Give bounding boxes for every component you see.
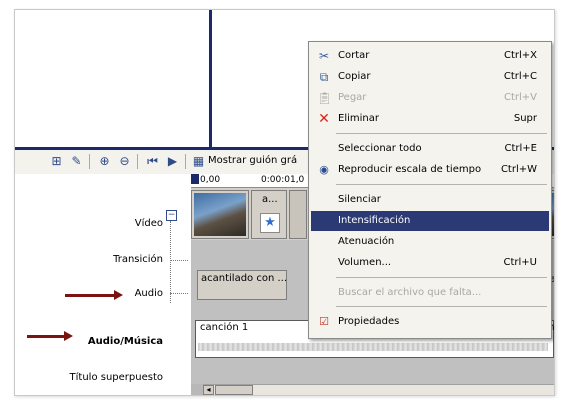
tree-connector: [170, 260, 188, 261]
menu-item-shortcut: Ctrl+U: [503, 257, 538, 268]
properties-icon: ☑: [319, 315, 329, 328]
menu-item-label: Cortar: [338, 50, 370, 61]
track-labels-panel: Vídeo Transición Audio Audio/Música Títu…: [15, 174, 191, 395]
ruler-tick-label: 0,00: [200, 175, 221, 185]
menu-item-seleccionar-todo[interactable]: Seleccionar todo Ctrl+E: [311, 139, 549, 159]
music-track-label: Audio/Música: [87, 336, 163, 347]
title-overlay-track-label: Título superpuesto: [69, 372, 163, 383]
menu-item-label: Copiar: [338, 71, 371, 82]
tree-connector: [170, 293, 188, 294]
scroll-thumb[interactable]: [215, 385, 253, 395]
vertical-divider[interactable]: [209, 10, 212, 150]
timeline-scrollbar[interactable]: ◂: [203, 384, 554, 395]
menu-separator: [336, 184, 547, 185]
menu-item-label: Reproducir escala de tiempo: [338, 164, 482, 175]
copy-icon: ⧉: [319, 70, 329, 84]
rewind-icon[interactable]: ⏮: [145, 154, 160, 169]
menu-item-buscar-archivo[interactable]: Buscar el archivo que falta...: [311, 283, 549, 303]
menu-item-pegar[interactable]: 📋︎ Pegar Ctrl+V: [311, 88, 549, 108]
menu-item-volumen[interactable]: Volumen... Ctrl+U: [311, 253, 549, 273]
star-effect-icon: ★: [260, 213, 280, 233]
menu-item-shortcut: Ctrl+E: [504, 143, 538, 154]
menu-item-label: Seleccionar todo: [338, 143, 422, 154]
menu-item-shortcut: Ctrl+W: [500, 164, 537, 175]
audio-waveform: [198, 343, 548, 351]
play-timeline-icon[interactable]: ▶: [165, 154, 180, 169]
annotation-arrow-music: [27, 331, 73, 341]
annotation-arrow-audio: [65, 290, 123, 300]
menu-item-label: Buscar el archivo que falta...: [338, 287, 482, 298]
menu-item-intensificacion[interactable]: Intensificación: [311, 211, 549, 231]
playhead[interactable]: [191, 174, 199, 184]
set-audio-levels-icon[interactable]: ⊞: [49, 154, 64, 169]
menu-separator: [336, 133, 547, 134]
menu-item-silenciar[interactable]: Silenciar: [311, 190, 549, 210]
transition-track-label: Transición: [113, 254, 163, 265]
video-clip-thumbnail: [194, 193, 246, 236]
title-overlay-track: [191, 364, 554, 384]
menu-item-shortcut: Ctrl+C: [503, 71, 537, 82]
movie-maker-window: ⊞ ✎ ⊕ ⊖ ⏮ ▶ ▦ Mostrar guión grá Vídeo Tr…: [14, 9, 555, 396]
menu-item-eliminar[interactable]: ✕ Eliminar Supr: [311, 109, 549, 129]
menu-item-label: Propiedades: [338, 316, 400, 327]
delete-x-icon: ✕: [318, 111, 330, 127]
menu-separator: [336, 277, 547, 278]
menu-separator: [336, 306, 547, 307]
menu-item-reproducir[interactable]: ◉ Reproducir escala de tiempo Ctrl+W: [311, 160, 549, 180]
context-menu: ✂ Cortar Ctrl+X ⧉ Copiar Ctrl+C 📋︎ Pegar…: [308, 41, 552, 339]
video-track-label: Vídeo: [134, 218, 163, 229]
menu-item-label: Eliminar: [338, 113, 379, 124]
toolbar-separator: [89, 154, 90, 169]
toolbar-separator: [185, 154, 186, 169]
zoom-in-icon[interactable]: ⊕: [97, 154, 112, 169]
menu-item-shortcut: Ctrl+X: [503, 50, 537, 61]
tree-connector: [170, 221, 171, 303]
video-clip-1[interactable]: [191, 190, 249, 239]
collapse-video-track-button[interactable]: −: [166, 210, 177, 221]
audio-clip[interactable]: acantilado con ...: [197, 270, 287, 300]
menu-item-propiedades[interactable]: ☑ Propiedades: [311, 312, 549, 332]
toolbar-separator: [137, 154, 138, 169]
menu-item-label: Silenciar: [338, 194, 381, 205]
show-storyboard-button[interactable]: Mostrar guión grá: [208, 155, 297, 166]
menu-item-copiar[interactable]: ⧉ Copiar Ctrl+C: [311, 67, 549, 87]
menu-item-label: Pegar: [338, 92, 367, 103]
scissors-icon: ✂: [318, 49, 330, 63]
menu-item-atenuacion[interactable]: Atenuación: [311, 232, 549, 252]
menu-item-label: Intensificación: [338, 215, 411, 226]
paste-icon: 📋︎: [317, 91, 333, 105]
menu-item-shortcut: Supr: [513, 113, 537, 124]
menu-item-shortcut: Ctrl+V: [503, 92, 537, 103]
video-clip-2[interactable]: a... ★: [251, 190, 287, 239]
zoom-out-icon[interactable]: ⊖: [117, 154, 132, 169]
play-icon: ◉: [319, 163, 329, 176]
audio-track-label: Audio: [134, 288, 163, 299]
music-clip-label: canción 1: [200, 322, 249, 333]
narrate-microphone-icon[interactable]: ✎: [69, 154, 84, 169]
video-clip-3[interactable]: [289, 190, 307, 239]
storyboard-icon[interactable]: ▦: [191, 154, 206, 169]
video-clip-label: a...: [262, 194, 278, 205]
menu-item-label: Volumen...: [338, 257, 392, 268]
menu-item-cortar[interactable]: ✂ Cortar Ctrl+X: [311, 46, 549, 66]
ruler-tick-label: 0:00:01,0: [261, 175, 305, 185]
scroll-left-button[interactable]: ◂: [203, 385, 214, 395]
menu-item-label: Atenuación: [338, 236, 395, 247]
